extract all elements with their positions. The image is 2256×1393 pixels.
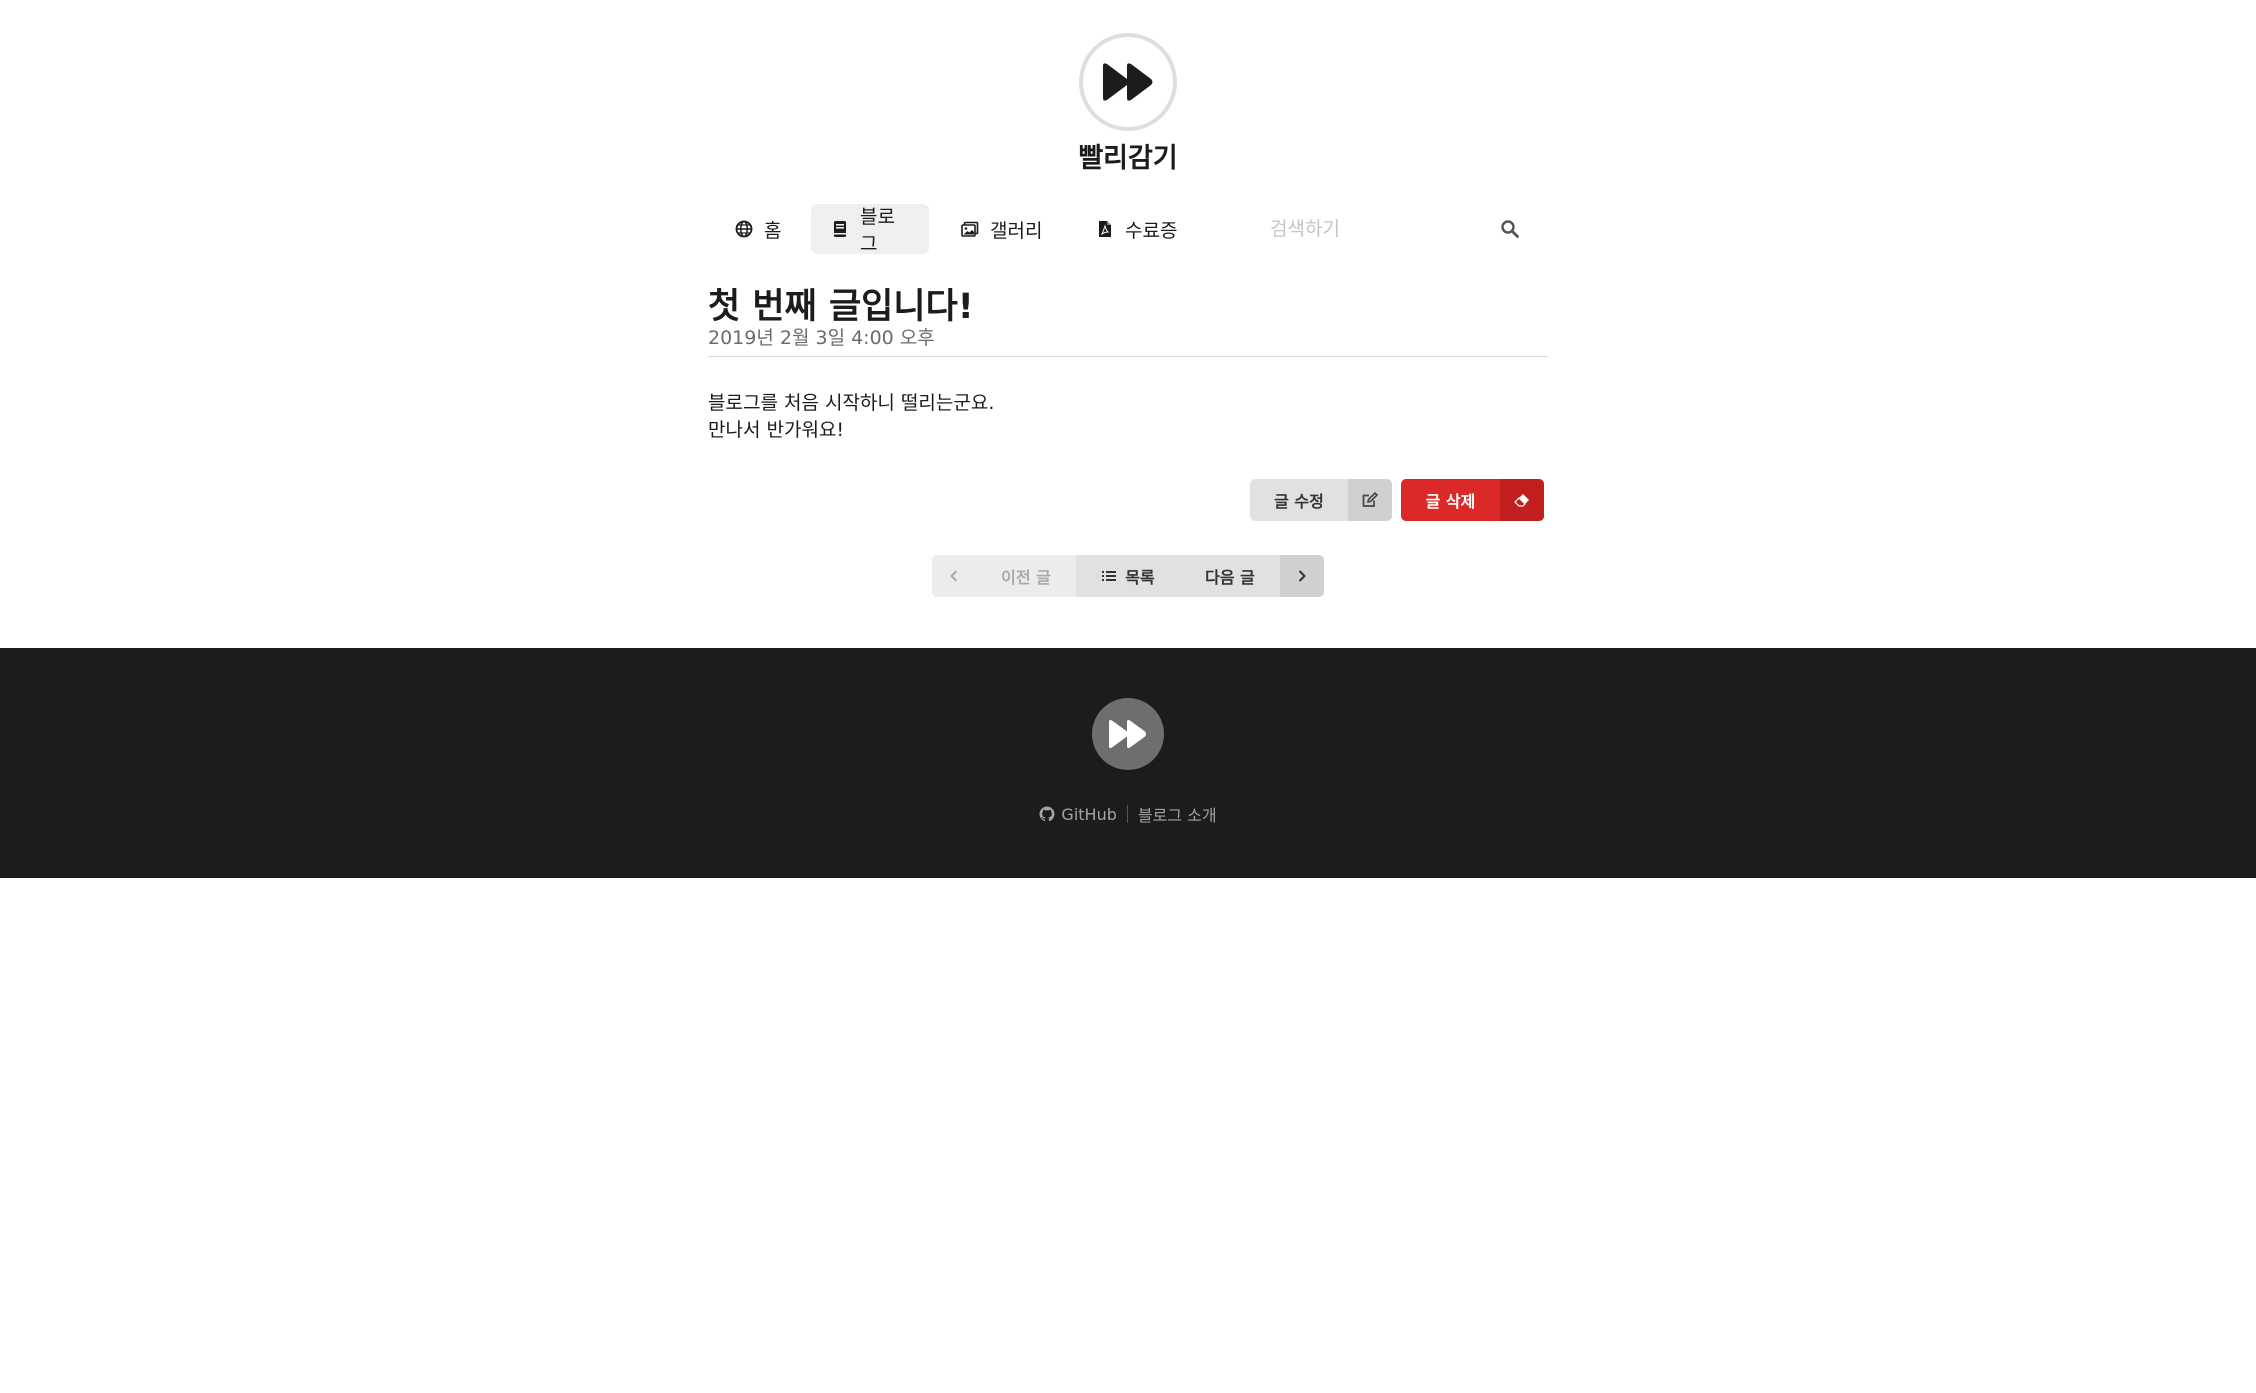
post-title: 첫 번째 글입니다! bbox=[708, 287, 974, 327]
post-paragraph: 만나서 반가워요! bbox=[708, 419, 845, 441]
post-date: 2019년 2월 3일 4:00 오후 bbox=[708, 327, 935, 349]
list-icon bbox=[1102, 571, 1117, 581]
post-list-label: 목록 bbox=[1125, 568, 1155, 587]
images-icon bbox=[961, 221, 979, 237]
footer-separator bbox=[1126, 805, 1128, 823]
page: 빨리감기 홈 블로그 갤러리 수료증 검색하기 첫 번째 글입니다! 2019년… bbox=[0, 0, 2256, 1393]
next-post-arrow[interactable] bbox=[1280, 555, 1324, 597]
nav-item-label: 블로그 bbox=[860, 206, 895, 255]
eraser-icon-box bbox=[1500, 479, 1544, 521]
next-post-button[interactable]: 다음 글 bbox=[1180, 555, 1280, 597]
prev-post-arrow[interactable] bbox=[932, 555, 976, 597]
footer-logo[interactable] bbox=[1092, 698, 1164, 770]
nav-item-blog[interactable]: 블로그 bbox=[811, 204, 929, 255]
prev-post-button[interactable]: 이전 글 bbox=[976, 555, 1076, 597]
post-list-button[interactable]: 목록 bbox=[1076, 555, 1180, 597]
site-title[interactable]: 빨리감기 bbox=[0, 136, 2256, 175]
post-paragraph: 블로그를 처음 시작하니 떨리는군요. bbox=[708, 392, 995, 414]
search-icon[interactable] bbox=[1500, 219, 1520, 239]
fast-forward-icon bbox=[1103, 63, 1153, 101]
nav-item-label: 홈 bbox=[764, 219, 782, 242]
github-link[interactable]: GitHub bbox=[1039, 804, 1117, 824]
fast-forward-icon bbox=[1109, 720, 1146, 748]
post-body: 블로그를 처음 시작하니 떨리는군요. 만나서 반가워요! bbox=[708, 390, 994, 444]
github-link-label: GitHub bbox=[1061, 804, 1117, 824]
search-box bbox=[1250, 204, 1540, 254]
edit-icon bbox=[1362, 491, 1379, 507]
post-divider bbox=[708, 356, 1548, 357]
search-input[interactable] bbox=[1250, 217, 1490, 241]
edit-icon-box bbox=[1348, 479, 1392, 521]
nav-item-home[interactable]: 홈 bbox=[715, 204, 801, 254]
delete-post-button[interactable]: 글 삭제 bbox=[1401, 479, 1544, 521]
site-logo[interactable] bbox=[1079, 33, 1177, 131]
github-icon bbox=[1039, 806, 1055, 822]
footer: GitHub 블로그 소개 bbox=[0, 648, 2256, 878]
delete-post-label: 글 삭제 bbox=[1425, 492, 1476, 511]
chevron-right-icon bbox=[1298, 570, 1306, 582]
edit-post-button[interactable]: 글 수정 bbox=[1250, 479, 1392, 521]
nav-item-certificates[interactable]: 수료증 bbox=[1076, 204, 1197, 254]
footer-links: GitHub 블로그 소개 bbox=[0, 802, 2256, 826]
nav-item-gallery[interactable]: 갤러리 bbox=[941, 204, 1062, 254]
chevron-left-icon bbox=[950, 570, 958, 582]
nav-item-label: 수료증 bbox=[1125, 219, 1178, 242]
book-icon bbox=[834, 221, 846, 237]
file-pdf-icon bbox=[1099, 221, 1111, 237]
nav-item-label: 갤러리 bbox=[990, 219, 1043, 242]
post-pager: 이전 글 목록 다음 글 bbox=[932, 555, 1324, 597]
about-blog-label: 블로그 소개 bbox=[1137, 806, 1217, 825]
globe-icon bbox=[735, 220, 753, 238]
eraser-icon bbox=[1514, 494, 1529, 507]
about-blog-link[interactable]: 블로그 소개 bbox=[1138, 802, 1217, 826]
edit-post-label: 글 수정 bbox=[1274, 492, 1324, 511]
